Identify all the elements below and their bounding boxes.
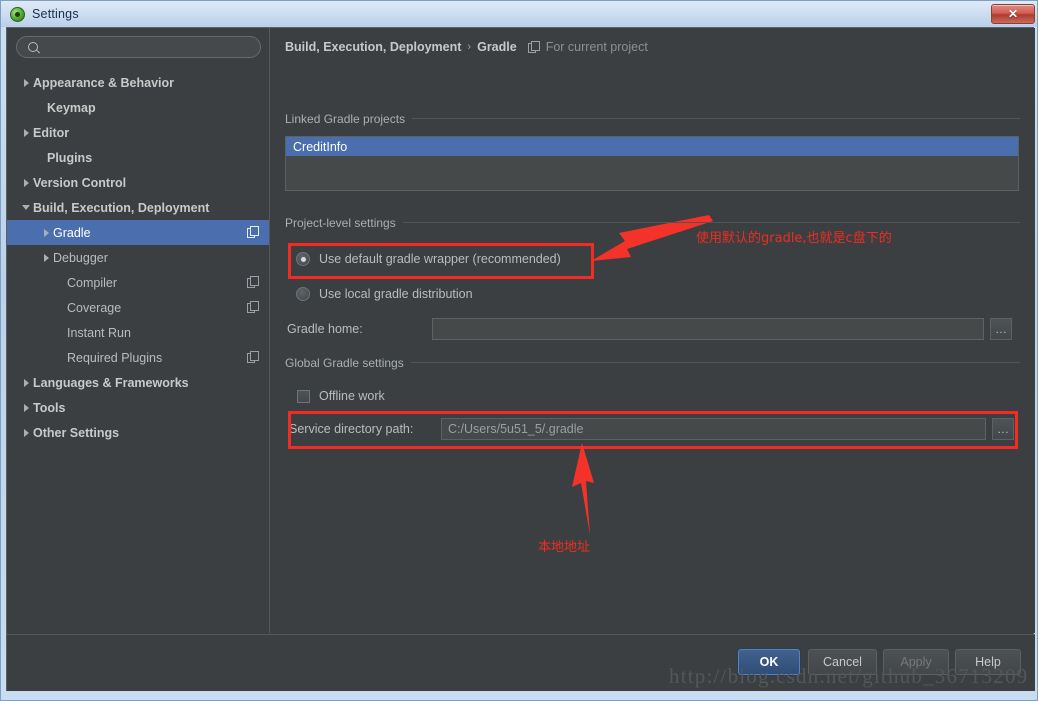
settings-content-panel: Build, Execution, Deployment › Gradle Fo… <box>271 28 1035 633</box>
sidebar-item-label: Instant Run <box>67 325 131 340</box>
group-header: Linked Gradle projects <box>285 110 1020 127</box>
chevron-right-icon[interactable] <box>39 228 53 237</box>
radio-indicator[interactable] <box>296 287 310 301</box>
group-header: Global Gradle settings <box>285 354 1020 371</box>
chevron-right-icon[interactable] <box>39 253 53 262</box>
gradle-home-input[interactable] <box>432 318 984 340</box>
sidebar-item-label: Gradle <box>53 225 91 240</box>
android-studio-icon <box>10 6 25 22</box>
breadcrumb-leaf: Gradle <box>477 40 517 54</box>
radio-label: Use local gradle distribution <box>319 287 473 301</box>
service-directory-path-label: Service directory path: <box>289 422 414 436</box>
annotation-text-top: 使用默认的gradle,也就是c盘下的 <box>696 231 892 246</box>
linked-gradle-projects-group: Linked Gradle projects CreditInfo <box>285 110 1020 191</box>
sidebar-item-label: Appearance & Behavior <box>33 75 175 90</box>
radio-use-local-gradle-distribution[interactable]: Use local gradle distribution <box>296 287 473 301</box>
sidebar-item-version-control[interactable]: Version Control <box>7 170 269 195</box>
service-directory-browse-button[interactable]: … <box>992 418 1014 440</box>
service-directory-path-row: Service directory path: C:/Users/5u51_5/… <box>289 418 1019 440</box>
search-container <box>7 28 269 62</box>
sidebar-item-compiler[interactable]: Compiler <box>7 270 269 295</box>
chevron-right-icon[interactable] <box>19 428 33 437</box>
radio-indicator[interactable] <box>296 252 310 266</box>
project-level-settings-group: Project-level settings <box>285 214 1020 231</box>
sidebar-item-other-settings[interactable]: Other Settings <box>7 420 269 445</box>
service-directory-path-input[interactable]: C:/Users/5u51_5/.gradle <box>441 418 986 440</box>
sidebar-item-label: Version Control <box>33 175 127 190</box>
project-scope-icon <box>247 301 259 313</box>
annotation-text-bottom: 本地地址 <box>538 540 591 555</box>
chevron-right-icon[interactable] <box>19 78 33 87</box>
sidebar-item-instant-run[interactable]: Instant Run <box>7 320 269 345</box>
search-icon <box>27 41 40 54</box>
sidebar-item-label: Keymap <box>47 100 96 115</box>
sidebar-item-label: Editor <box>33 125 70 140</box>
sidebar-item-required-plugins[interactable]: Required Plugins <box>7 345 269 370</box>
radio-use-default-gradle-wrapper[interactable]: Use default gradle wrapper (recommended) <box>296 252 561 266</box>
sidebar-item-label: Languages & Frameworks <box>33 375 189 390</box>
annotation-arrow-bottom <box>572 443 594 535</box>
sidebar-item-label: Plugins <box>47 150 93 165</box>
settings-dialog: Appearance & Behavior Keymap Editor Plugins… <box>6 27 1035 691</box>
sidebar-item-debugger[interactable]: Debugger <box>7 245 269 270</box>
checkbox-indicator[interactable] <box>297 389 310 403</box>
sidebar-item-appearance-behavior[interactable]: Appearance & Behavior <box>7 70 269 95</box>
checkbox-label: Offline work <box>319 389 385 403</box>
settings-window: Settings ✕ Appearance & Behavior Keymap Ed… <box>0 0 1038 701</box>
checkbox-offline-work[interactable]: Offline work <box>297 389 385 403</box>
sidebar-item-plugins[interactable]: Plugins <box>7 145 269 170</box>
gradle-home-browse-button[interactable]: … <box>990 318 1012 340</box>
group-title-project-level: Project-level settings <box>285 216 403 230</box>
title-bar: Settings ✕ <box>1 1 1037 27</box>
group-header: Project-level settings <box>285 214 1020 231</box>
chevron-down-icon[interactable] <box>19 205 33 210</box>
sidebar-item-label: Required Plugins <box>67 350 163 365</box>
sidebar-item-gradle[interactable]: Gradle <box>7 220 269 245</box>
chevron-right-icon[interactable] <box>19 178 33 187</box>
window-title: Settings <box>32 7 79 21</box>
list-item[interactable]: CreditInfo <box>286 137 1018 156</box>
linked-projects-list[interactable]: CreditInfo <box>285 136 1019 191</box>
sidebar-item-keymap[interactable]: Keymap <box>7 95 269 120</box>
sidebar-item-languages-frameworks[interactable]: Languages & Frameworks <box>7 370 269 395</box>
breadcrumb-scope-note: For current project <box>545 40 648 54</box>
sidebar-item-editor[interactable]: Editor <box>7 120 269 145</box>
radio-label: Use default gradle wrapper (recommended) <box>319 252 561 266</box>
sidebar-item-label: Compiler <box>67 275 118 290</box>
settings-sidebar: Appearance & Behavior Keymap Editor Plugins… <box>7 28 270 633</box>
project-scope-icon <box>247 226 259 238</box>
global-gradle-settings-group: Global Gradle settings <box>285 354 1020 371</box>
search-field[interactable] <box>16 36 261 58</box>
project-scope-icon <box>247 351 259 363</box>
settings-tree: Appearance & Behavior Keymap Editor Plugins… <box>7 70 269 445</box>
project-scope-icon <box>527 41 540 53</box>
sidebar-item-label: Tools <box>33 400 66 415</box>
group-title-global-settings: Global Gradle settings <box>285 356 411 370</box>
project-scope-icon <box>247 276 259 288</box>
sidebar-item-build-execution-deployment[interactable]: Build, Execution, Deployment <box>7 195 269 220</box>
gradle-home-row: Gradle home: … <box>287 318 1017 340</box>
breadcrumb-separator: › <box>467 41 472 53</box>
chevron-right-icon[interactable] <box>19 403 33 412</box>
sidebar-item-coverage[interactable]: Coverage <box>7 295 269 320</box>
watermark-text: http://blog.csdn.net/github_36713209 <box>669 664 1029 688</box>
sidebar-item-tools[interactable]: Tools <box>7 395 269 420</box>
breadcrumb-parent[interactable]: Build, Execution, Deployment <box>285 40 461 54</box>
search-input[interactable] <box>45 39 250 55</box>
breadcrumb: Build, Execution, Deployment › Gradle Fo… <box>285 40 648 54</box>
sidebar-item-label: Debugger <box>53 250 108 265</box>
gradle-home-label: Gradle home: <box>287 322 363 336</box>
close-icon[interactable]: ✕ <box>991 4 1035 24</box>
sidebar-item-label: Coverage <box>67 300 122 315</box>
sidebar-item-label: Other Settings <box>33 425 120 440</box>
chevron-right-icon[interactable] <box>19 128 33 137</box>
sidebar-item-label: Build, Execution, Deployment <box>33 200 210 215</box>
chevron-right-icon[interactable] <box>19 378 33 387</box>
group-title-linked-projects: Linked Gradle projects <box>285 112 413 126</box>
